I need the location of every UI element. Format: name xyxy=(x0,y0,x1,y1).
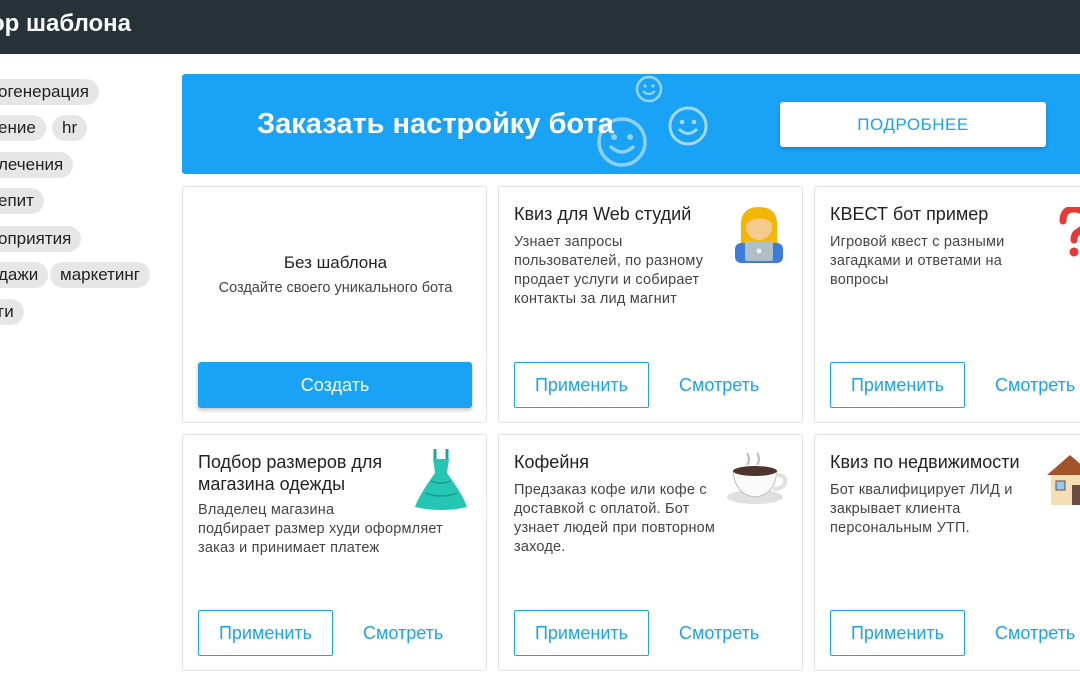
card-title: Подбор размеров для магазина одежды xyxy=(198,452,383,494)
apply-button[interactable]: Применить xyxy=(830,610,965,656)
smiley-icon xyxy=(668,106,708,146)
apply-button[interactable]: Применить xyxy=(198,610,333,656)
tag-events[interactable]: оприятия xyxy=(0,226,82,252)
view-link[interactable]: Смотреть xyxy=(679,375,759,396)
apply-button[interactable]: Применить xyxy=(514,362,649,408)
card-description: Узнает запросы пользователей, по разному… xyxy=(514,234,704,307)
apply-button[interactable]: Применить xyxy=(830,362,965,408)
card-template-web-quiz: Квиз для Web студий Узнает запросы польз… xyxy=(498,186,803,423)
card-description: Бот квалифицирует ЛИД и закрывает клиент… xyxy=(830,482,1013,536)
create-button[interactable]: Создать xyxy=(198,362,472,408)
card-title: Без шаблона xyxy=(283,253,388,272)
banner-text: Заказать настройку бота xyxy=(257,108,614,140)
view-link[interactable]: Смотреть xyxy=(995,375,1075,396)
card-template-quest-bot: КВЕСТ бот пример Игровой квест с разными… xyxy=(814,186,1080,423)
house-icon xyxy=(1047,455,1080,505)
page-title: ор шаблона xyxy=(0,10,131,37)
card-description: Игровой квест с разными загадками и отве… xyxy=(830,234,1005,288)
card-blank-template: Без шаблона Создайте своего уникального … xyxy=(182,186,487,423)
card-title: Кофейня xyxy=(514,452,590,472)
tag-sales[interactable]: дажи xyxy=(0,262,49,288)
tag-leadgen[interactable]: огенерация xyxy=(0,79,99,105)
card-description: Предзаказ кофе или кофе с доставкой с оп… xyxy=(514,482,716,555)
question-mark-icon xyxy=(1059,207,1080,257)
tag-hr[interactable]: hr xyxy=(52,115,88,141)
tag-education[interactable]: ение xyxy=(0,115,46,141)
view-link[interactable]: Смотреть xyxy=(363,623,443,644)
card-template-clothing-size: Подбор размеров для магазина одежды Влад… xyxy=(182,434,487,671)
card-description: Создайте своего уникального бота xyxy=(218,280,453,296)
technologist-icon xyxy=(735,207,783,263)
apply-button[interactable]: Применить xyxy=(514,610,649,656)
card-title: Квиз для Web студий xyxy=(514,204,692,224)
smiley-icon xyxy=(635,75,663,103)
card-template-coffee-shop: Кофейня Предзаказ кофе или кофе с достав… xyxy=(498,434,803,671)
coffee-cup-icon xyxy=(727,452,788,504)
details-button[interactable]: ПОДРОБНЕЕ xyxy=(780,102,1046,147)
tag-marketing[interactable]: маркетинг xyxy=(50,262,150,288)
dress-icon xyxy=(415,449,467,510)
card-title: КВЕСТ бот пример xyxy=(830,204,989,224)
view-link[interactable]: Смотреть xyxy=(995,623,1075,644)
smiley-icon xyxy=(597,117,647,167)
top-bar: ор шаблона xyxy=(0,0,1080,54)
tag-cleaning[interactable]: епит xyxy=(0,188,44,214)
order-setup-banner: Заказать настройку бота ПОДРОБНЕЕ xyxy=(182,74,1080,174)
tag-entertainment[interactable]: лечения xyxy=(0,152,74,178)
card-description: Владелец магазина подбирает размер худи … xyxy=(198,502,444,556)
card-template-real-estate: Квиз по недвижимости Бот квалифицирует Л… xyxy=(814,434,1080,671)
tag-services[interactable]: ги xyxy=(0,299,24,325)
view-link[interactable]: Смотреть xyxy=(679,623,759,644)
card-title: Квиз по недвижимости xyxy=(830,452,1020,472)
